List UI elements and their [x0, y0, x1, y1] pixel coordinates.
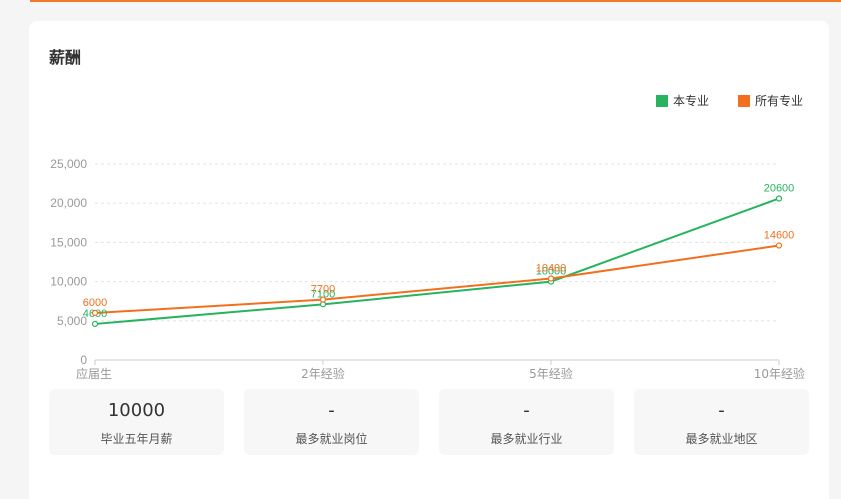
top-accent-bar	[30, 0, 841, 2]
data-point	[319, 296, 327, 303]
data-label: 14600	[764, 230, 795, 242]
x-tick-label: 5年经验	[529, 366, 573, 381]
data-label: 10400	[536, 262, 567, 274]
stat-card-position: - 最多就业岗位	[244, 389, 419, 455]
series-line-all	[94, 244, 780, 314]
data-point	[547, 275, 555, 282]
stat-card-region: - 最多就业地区	[634, 389, 809, 455]
data-label: 6000	[83, 297, 107, 309]
salary-line-chart: 05,00010,00015,00020,00025,000应届生 2年经验 5年经…	[50, 157, 805, 381]
x-tick-label: 应届生	[76, 366, 112, 381]
data-point	[775, 242, 783, 249]
stat-label-region: 最多就业地区	[685, 432, 758, 446]
stat-card-salary: 10000 毕业五年月薪	[49, 389, 224, 455]
stat-value-region: -	[718, 400, 725, 421]
y-tick-label: 25,000	[50, 157, 87, 171]
data-label: 7700	[311, 284, 335, 296]
stat-label-position: 最多就业岗位	[295, 432, 368, 446]
y-tick-label: 20,000	[50, 196, 87, 210]
stat-value-salary: 10000	[107, 400, 166, 421]
y-tick-label: 10,000	[50, 275, 87, 289]
stat-label-industry: 最多就业行业	[490, 432, 563, 446]
stat-label-salary: 毕业五年月薪	[100, 432, 173, 446]
data-label: 20600	[764, 182, 795, 194]
y-tick-label: 0	[80, 353, 87, 367]
x-tick-label: 10年经验	[754, 366, 805, 381]
stat-value-industry: -	[523, 400, 530, 421]
x-tick-label: 2年经验	[301, 366, 345, 381]
stat-card-industry: - 最多就业行业	[439, 389, 614, 455]
data-point	[91, 320, 99, 328]
stat-value-position: -	[328, 400, 335, 421]
data-point	[775, 195, 783, 202]
data-point	[91, 309, 99, 317]
y-tick-label: 15,000	[50, 235, 87, 249]
